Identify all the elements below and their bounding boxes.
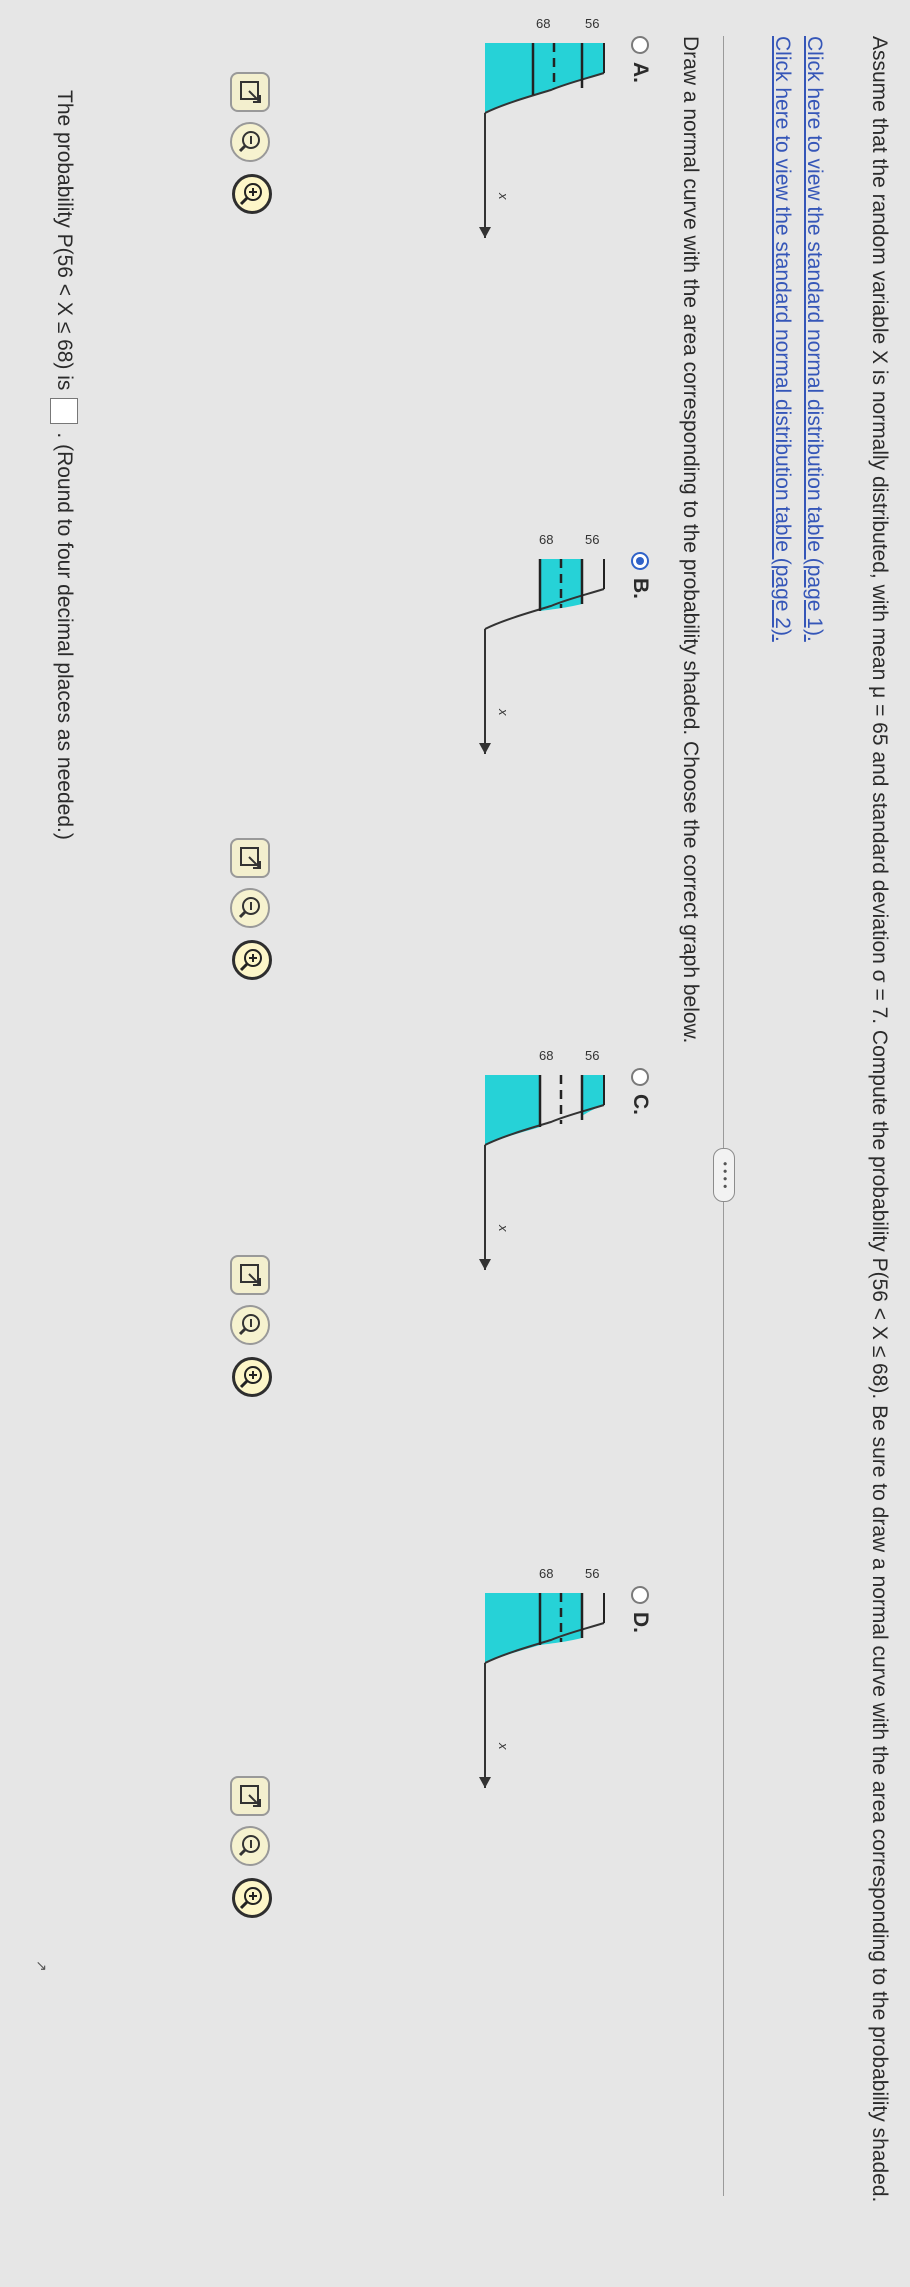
axis-label-b: x bbox=[496, 708, 511, 716]
option-b[interactable]: B. bbox=[628, 552, 652, 599]
graph-a: 56 68 x bbox=[479, 18, 605, 238]
table-link-page-2[interactable]: Click here to view the standard normal d… bbox=[770, 36, 794, 642]
x-axis-arrow-c bbox=[479, 1259, 491, 1270]
popout-icon[interactable] bbox=[230, 1255, 270, 1295]
question-text: Assume that the random variable X is nor… bbox=[868, 36, 891, 2203]
instruction-text: Draw a normal curve with the area corres… bbox=[679, 36, 702, 1044]
axis-label-a: x bbox=[496, 192, 511, 200]
x-axis-arrow-b bbox=[479, 743, 491, 754]
tick-56-b: 56 bbox=[585, 534, 599, 547]
graph-b: 56 68 x bbox=[479, 534, 605, 754]
tick-68-d: 68 bbox=[539, 1568, 553, 1581]
option-d-label: D. bbox=[629, 1612, 652, 1633]
shaded-region-d bbox=[485, 1593, 582, 1663]
table-link-page-1[interactable]: Click here to view the standard normal d… bbox=[802, 36, 826, 642]
x-axis-arrow-d bbox=[479, 1777, 491, 1788]
popout-icon[interactable] bbox=[230, 72, 270, 112]
zoom-out-icon[interactable] bbox=[230, 1826, 270, 1866]
tick-56-d: 56 bbox=[585, 1568, 599, 1581]
section-divider bbox=[723, 36, 724, 2196]
tick-56-c: 56 bbox=[585, 1050, 599, 1063]
question-panel: Assume that the random variable X is nor… bbox=[0, 0, 910, 2287]
popout-icon[interactable] bbox=[230, 1776, 270, 1816]
axis-label-d: x bbox=[496, 1742, 511, 1750]
zoom-in-icon[interactable] bbox=[232, 1878, 272, 1918]
expand-handle[interactable]: • • • • bbox=[713, 1148, 735, 1202]
option-b-radio[interactable] bbox=[631, 552, 649, 570]
zoom-in-icon[interactable] bbox=[232, 174, 272, 214]
tick-56-a: 56 bbox=[585, 18, 599, 31]
popout-icon[interactable] bbox=[230, 838, 270, 878]
stray-mark: ↗ bbox=[34, 1960, 50, 1972]
zoom-in-icon[interactable] bbox=[232, 940, 272, 980]
tick-68-b: 68 bbox=[539, 534, 553, 547]
zoom-out-icon[interactable] bbox=[230, 1305, 270, 1345]
answer-suffix: . (Round to four decimal places as neede… bbox=[53, 432, 76, 840]
option-d-radio[interactable] bbox=[631, 1586, 649, 1604]
answer-input[interactable] bbox=[50, 398, 78, 425]
answer-line: The probability P(56 < X ≤ 68) is . (Rou… bbox=[50, 90, 78, 840]
tick-68-a: 68 bbox=[536, 18, 550, 31]
answer-prefix: The probability P(56 < X ≤ 68) is bbox=[53, 90, 76, 391]
option-b-label: B. bbox=[629, 578, 652, 599]
option-c-radio[interactable] bbox=[631, 1068, 649, 1086]
graph-c: 56 68 x bbox=[479, 1050, 605, 1270]
tick-68-c: 68 bbox=[539, 1050, 553, 1063]
option-a[interactable]: A. bbox=[628, 36, 652, 83]
option-c[interactable]: C. bbox=[628, 1068, 652, 1115]
zoom-out-icon[interactable] bbox=[230, 888, 270, 928]
option-c-label: C. bbox=[629, 1094, 652, 1115]
zoom-out-icon[interactable] bbox=[230, 122, 270, 162]
option-a-label: A. bbox=[629, 62, 652, 83]
probability-expression: P(56 < X ≤ 68). bbox=[868, 1257, 891, 1400]
option-d[interactable]: D. bbox=[628, 1586, 652, 1633]
axis-label-c: x bbox=[496, 1224, 511, 1232]
x-axis-arrow-a bbox=[479, 227, 491, 238]
zoom-in-icon[interactable] bbox=[232, 1357, 272, 1397]
graph-d: 56 68 x bbox=[479, 1568, 605, 1788]
option-a-radio[interactable] bbox=[631, 36, 649, 54]
